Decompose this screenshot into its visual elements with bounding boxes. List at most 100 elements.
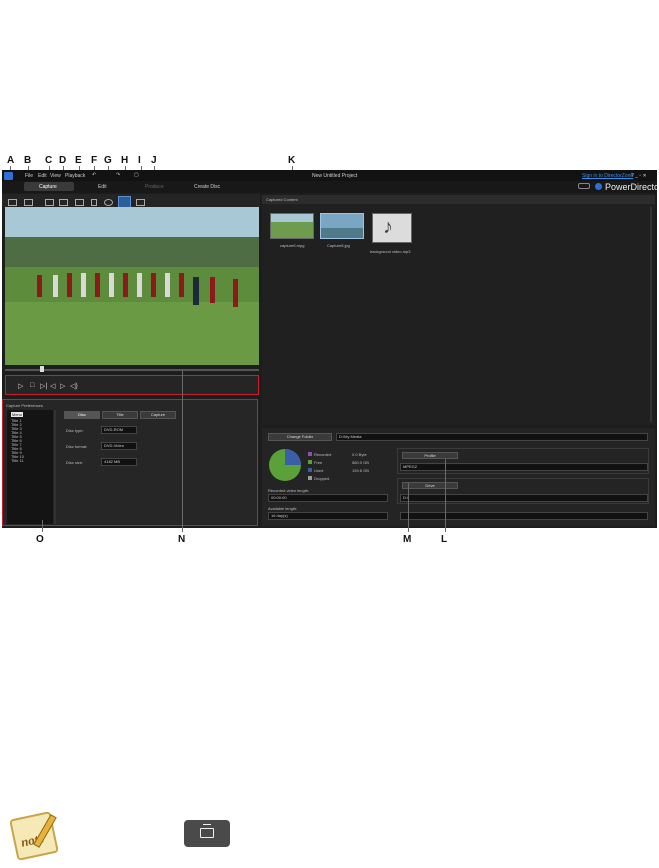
media-thumb-capture6[interactable]: [270, 213, 314, 239]
media-name: capture6.mpg: [280, 243, 305, 248]
disc-format-label: Disc format:: [66, 444, 88, 449]
media-name: Capture8.jpg: [327, 243, 350, 248]
tree-item[interactable]: Title 11: [11, 458, 24, 463]
legend-label: Recorded: [314, 452, 332, 457]
callout-e: E: [75, 155, 82, 166]
callout-a: A: [7, 155, 15, 166]
callout-h: H: [121, 155, 129, 166]
thumb-ground: [321, 228, 363, 238]
tree-item-menu[interactable]: Menu: [11, 412, 24, 417]
window-controls[interactable]: ? _ ▫ ✕: [631, 173, 647, 179]
tab-capture[interactable]: Capture: [24, 182, 74, 191]
status-field: [400, 512, 648, 520]
legend-label: Used: [314, 468, 324, 473]
callout-j: J: [151, 155, 157, 166]
tab-title[interactable]: Title: [102, 411, 138, 419]
menu-view[interactable]: View: [50, 173, 61, 179]
disc-format-select[interactable]: DVD-Video: [101, 442, 137, 450]
callout-i: I: [138, 155, 141, 166]
folder-path-field[interactable]: D:\My Media: [336, 433, 648, 441]
tab-edit[interactable]: Edit: [98, 184, 107, 190]
change-folder-button[interactable]: Change Folder: [268, 433, 332, 441]
menu-playback[interactable]: Playback: [65, 173, 85, 179]
media-thumb-background-video[interactable]: ♪: [372, 213, 412, 243]
tab-produce[interactable]: Produce: [145, 184, 164, 190]
scrubber-handle[interactable]: [40, 366, 44, 372]
capture-from-microphone-icon[interactable]: [91, 199, 97, 206]
recorded-length-label: Recorded video length:: [268, 488, 310, 493]
disk-usage-pie: [269, 449, 301, 481]
tab-capture-settings[interactable]: Capture: [140, 411, 176, 419]
legend-swatch-dropped: [308, 476, 312, 480]
drive-field[interactable]: D:\: [400, 494, 648, 502]
capture-from-tv-icon[interactable]: [45, 199, 54, 206]
tree-scrollbar[interactable]: [54, 410, 56, 524]
next-frame-icon[interactable]: ▷|: [40, 382, 47, 390]
legend-swatch-recorded: [308, 452, 312, 456]
callout-line-n: [182, 370, 183, 532]
callout-m: M: [403, 534, 412, 545]
tab-disc[interactable]: Disc: [64, 411, 100, 419]
title-bar: File Edit View Playback ↶ ↷ ▢ New Untitl…: [2, 170, 657, 181]
media-name: background video.mp3: [370, 249, 411, 254]
settings-icon[interactable]: ▢: [134, 172, 139, 178]
tab-create-disc[interactable]: Create Disc: [194, 184, 220, 190]
profile-button[interactable]: Profile: [402, 452, 458, 459]
thumb-sky: [271, 214, 313, 222]
callout-b: B: [24, 155, 32, 166]
undo-icon[interactable]: ↶: [92, 172, 96, 178]
captured-content-header: Captured Content: [262, 195, 655, 204]
disc-size-select[interactable]: 4182 MB: [101, 458, 137, 466]
content-scrollbar[interactable]: [650, 207, 652, 422]
capture-info-panel: Change Folder D:\My Media Recorded 0.0 B…: [262, 428, 655, 526]
legend-value: 0.0 Byte: [352, 452, 367, 457]
callout-line-l: [445, 459, 446, 532]
callout-o: O: [36, 534, 44, 545]
redo-icon[interactable]: ↷: [116, 172, 120, 178]
capture-from-hdv-icon[interactable]: [24, 199, 33, 206]
disc-tree[interactable]: Menu Title 1 Title 2 Title 3 Title 4 Tit…: [7, 410, 53, 524]
disc-type-select[interactable]: DVD-ROM: [101, 426, 137, 434]
note-logo: note: [9, 811, 59, 861]
play-icon[interactable]: ▷: [18, 382, 23, 390]
menu-edit[interactable]: Edit: [38, 173, 47, 179]
available-length-label: Available length:: [268, 506, 298, 511]
stop-icon[interactable]: □: [30, 382, 34, 389]
brand-name: PowerDirector: [605, 182, 657, 192]
capture-from-digital-tv-icon[interactable]: [59, 199, 68, 206]
captured-content-label: Captured Content: [266, 197, 298, 202]
media-thumb-capture8[interactable]: [320, 213, 364, 239]
next-icon[interactable]: ▷: [60, 382, 65, 390]
capture-from-avchd-icon[interactable]: [136, 199, 145, 206]
legend-label: Dropped: [314, 476, 330, 481]
preview-video: [5, 207, 259, 365]
capture-preferences-panel: Capture Preferences Menu Title 1 Title 2…: [2, 399, 258, 526]
previous-icon[interactable]: ◁: [50, 382, 55, 390]
upgrade-badge[interactable]: [578, 183, 590, 189]
tv-screen-icon: [200, 828, 214, 838]
callout-f: F: [91, 155, 98, 166]
drive-button[interactable]: Drive: [402, 482, 458, 489]
project-title: New Untitled Project: [312, 173, 358, 179]
capture-from-dv-camcorder-icon[interactable]: [8, 199, 17, 206]
capture-toolbar: [2, 194, 260, 208]
callout-n: N: [178, 534, 186, 545]
legend-swatch-used: [308, 468, 312, 472]
callout-c: C: [45, 155, 53, 166]
legend-value: 139.6 GB: [352, 468, 369, 473]
callout-line-m: [408, 483, 409, 532]
tv-icon: [184, 820, 230, 847]
brand-logo-icon: [595, 183, 602, 190]
legend-label: Free: [314, 460, 323, 465]
volume-icon[interactable]: ◁): [70, 382, 78, 390]
menu-file[interactable]: File: [25, 173, 33, 179]
callout-k: K: [288, 155, 296, 166]
capture-from-webcam-icon[interactable]: [75, 199, 84, 206]
capture-from-cd-icon[interactable]: [104, 199, 113, 206]
app-logo-icon: [4, 172, 13, 180]
legend-swatch-free: [308, 460, 312, 464]
mode-bar: Capture Edit Produce Create Disc PowerDi…: [2, 181, 657, 193]
sign-in-link[interactable]: Sign in to DirectorZone: [582, 173, 633, 179]
available-length-field: 16 day(s): [268, 512, 388, 520]
profile-field[interactable]: MPEG2: [400, 463, 648, 471]
